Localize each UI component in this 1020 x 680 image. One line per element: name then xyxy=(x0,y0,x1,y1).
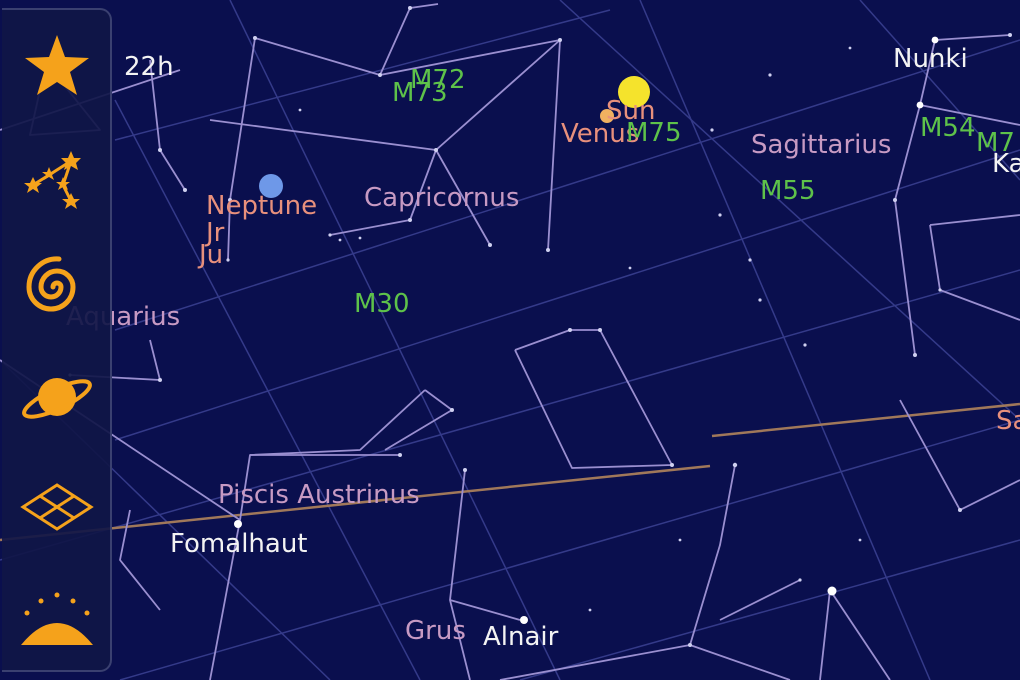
messier-label-m30[interactable]: M30 xyxy=(354,291,410,317)
ra-grid-label: 22h xyxy=(124,52,174,82)
planet-label-neptune[interactable]: Neptune xyxy=(206,193,317,219)
galaxy-icon xyxy=(26,256,76,312)
constellation-label-piscis-austrinus[interactable]: Piscis Austrinus xyxy=(218,482,420,508)
constellation-label-sagittarius[interactable]: Sagittarius xyxy=(751,132,891,158)
star-label-alnair[interactable]: Alnair xyxy=(483,624,558,650)
constellation-label-capricornus[interactable]: Capricornus xyxy=(364,185,519,211)
star-label-nunki[interactable]: Nunki xyxy=(893,46,968,72)
horizon-layer-button[interactable] xyxy=(12,572,102,662)
layer-toolbar xyxy=(2,8,112,672)
star-label-kaus[interactable]: Ka xyxy=(992,151,1020,177)
constellation-icon xyxy=(24,151,81,209)
planet-label-saturn[interactable]: Sa xyxy=(996,408,1020,434)
planet-icon xyxy=(22,378,92,419)
grid-icon xyxy=(20,483,94,531)
planets-layer-button[interactable] xyxy=(12,352,102,442)
stars-layer-button[interactable] xyxy=(12,22,102,112)
messier-layer-button[interactable] xyxy=(12,242,102,332)
constellation-label-grus[interactable]: Grus xyxy=(405,618,466,644)
messier-label-m55[interactable]: M55 xyxy=(760,178,816,204)
constellations-layer-button[interactable] xyxy=(12,132,102,222)
messier-label-m54[interactable]: M54 xyxy=(920,115,976,141)
sky-view[interactable] xyxy=(0,0,1020,680)
planet-label-jupiter[interactable]: Ju xyxy=(199,242,223,268)
messier-label-m73[interactable]: M73 xyxy=(392,80,448,106)
star-label-fomalhaut[interactable]: Fomalhaut xyxy=(170,531,308,557)
grid-layer-button[interactable] xyxy=(12,462,102,552)
messier-label-m75[interactable]: M75 xyxy=(626,120,682,146)
star-icon xyxy=(25,35,89,95)
horizon-icon xyxy=(21,592,93,645)
